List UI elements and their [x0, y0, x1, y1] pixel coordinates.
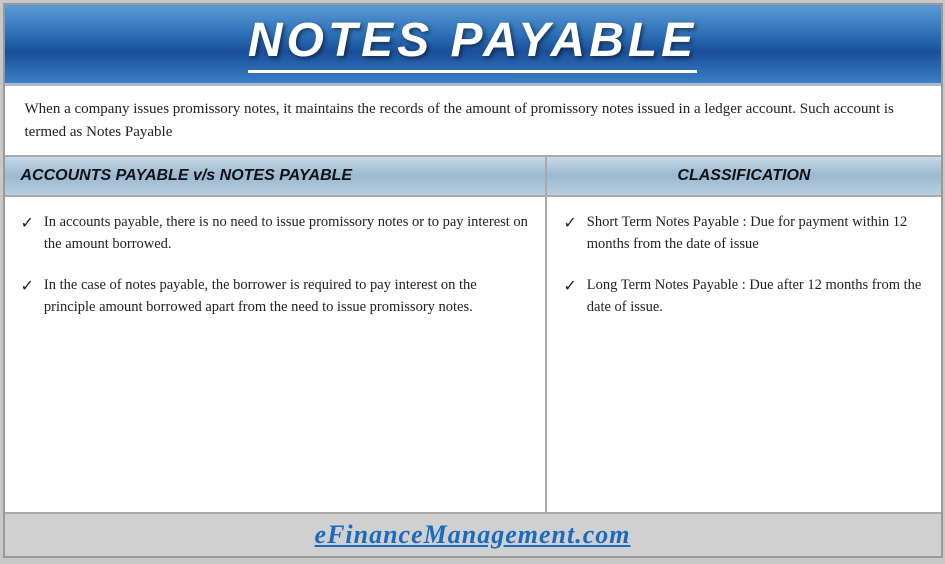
left-bullet-text-2: In the case of notes payable, the borrow…	[44, 274, 529, 319]
left-content: ✓ In accounts payable, there is no need …	[5, 197, 548, 512]
main-container: NOTES PAYABLE When a company issues prom…	[3, 3, 943, 558]
left-bullet-text-1: In accounts payable, there is no need to…	[44, 211, 529, 256]
checkmark-icon-4: ✓	[563, 275, 576, 300]
left-bullet-2: ✓ In the case of notes payable, the borr…	[21, 274, 530, 319]
right-section-header: CLASSIFICATION	[547, 157, 940, 195]
right-bullet-2: ✓ Long Term Notes Payable : Due after 12…	[563, 274, 924, 319]
left-bullet-1: ✓ In accounts payable, there is no need …	[21, 211, 530, 256]
description-area: When a company issues promissory notes, …	[5, 86, 941, 157]
footer: eFinanceManagement.com	[5, 512, 941, 556]
left-section-header: ACCOUNTS PAYABLE v/s NOTES PAYABLE	[5, 157, 548, 195]
description-text: When a company issues promissory notes, …	[25, 98, 921, 143]
right-content: ✓ Short Term Notes Payable : Due for pay…	[547, 197, 940, 512]
right-bullet-1: ✓ Short Term Notes Payable : Due for pay…	[563, 211, 924, 256]
checkmark-icon-3: ✓	[563, 212, 576, 237]
title-bar: NOTES PAYABLE	[5, 5, 941, 86]
right-bullet-text-2: Long Term Notes Payable : Due after 12 m…	[587, 274, 925, 319]
checkmark-icon-1: ✓	[21, 212, 34, 237]
checkmark-icon-2: ✓	[21, 275, 34, 300]
right-bullet-text-1: Short Term Notes Payable : Due for payme…	[587, 211, 925, 256]
section-headers: ACCOUNTS PAYABLE v/s NOTES PAYABLE CLASS…	[5, 157, 941, 197]
footer-text[interactable]: eFinanceManagement.com	[315, 520, 631, 549]
content-area: ✓ In accounts payable, there is no need …	[5, 197, 941, 512]
page-title: NOTES PAYABLE	[248, 13, 697, 73]
